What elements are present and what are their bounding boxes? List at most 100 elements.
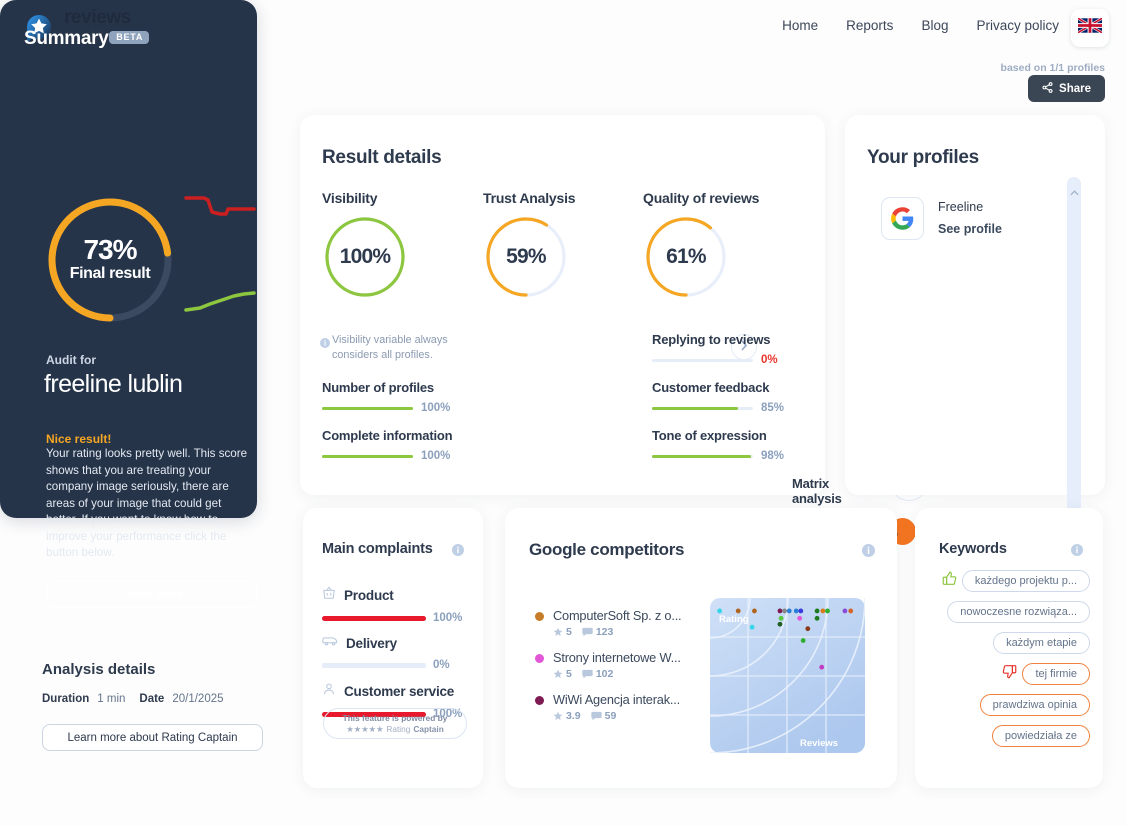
- keyword-row: powiedziała ze: [991, 725, 1090, 747]
- profiles-scrollbar[interactable]: [1067, 177, 1081, 517]
- person-icon: [322, 682, 336, 701]
- bar-complete-information-label: Complete information: [322, 428, 453, 443]
- nav-item-reports[interactable]: Reports: [846, 18, 893, 33]
- scatter-point: [793, 608, 799, 614]
- rating-captain-word-2: Captain: [413, 724, 444, 734]
- keyword-chip[interactable]: każdym etapie: [993, 632, 1090, 654]
- see-profile-link[interactable]: See profile: [938, 222, 1002, 236]
- rating-sparkline: [184, 196, 256, 216]
- list-item[interactable]: WiWi Agencja interak... 3.9 59: [535, 692, 681, 722]
- competitor-name: WiWi Agencja interak...: [553, 692, 680, 707]
- site-header: reviews audit BETA Home Reports Blog Pri…: [0, 0, 1127, 102]
- competitor-color-dot: [535, 696, 544, 705]
- keyword-chip[interactable]: prawdziwa opinia: [979, 694, 1090, 716]
- duration-label: Duration: [42, 693, 90, 705]
- audit-company-name: freeline lublin: [44, 370, 183, 398]
- scatter-point: [752, 608, 757, 614]
- bar-number-of-profiles-value: 100%: [421, 402, 451, 414]
- competitor-reviews: 123: [582, 626, 613, 638]
- bar-tone-of-expression-value: 98%: [761, 450, 785, 462]
- visibility-info-note: Visibility variable always considers all…: [332, 334, 448, 361]
- complaint-customer-service-label: Customer service: [344, 684, 455, 699]
- scatter-point: [814, 608, 820, 614]
- scatter-point: [805, 626, 811, 632]
- list-item[interactable]: ComputerSoft Sp. z o... 5 123: [535, 608, 682, 638]
- reviews-sparkline: [184, 291, 256, 312]
- info-icon[interactable]: [452, 543, 464, 561]
- keywords-title: Keywords: [939, 541, 1007, 557]
- bar-replying-to-reviews-value: 0%: [761, 354, 778, 366]
- summary-card: Summary based on 1/1 profiles 73% Final …: [0, 0, 1105, 608]
- keyword-row: prawdziwa opinia: [979, 694, 1090, 716]
- thumbs-down-icon: [1002, 664, 1017, 684]
- your-profiles-title: Your profiles: [867, 147, 979, 168]
- complaint-delivery-label: Delivery: [346, 635, 397, 651]
- result-details-title: Result details: [322, 147, 442, 168]
- gauge-quality-of-reviews: Quality of reviews 61%: [643, 190, 759, 300]
- bar-replying-to-reviews: Replying to reviews 0%: [652, 332, 792, 366]
- nav-item-blog[interactable]: Blog: [921, 18, 948, 33]
- complaint-product-value: 100%: [433, 612, 463, 624]
- info-icon[interactable]: [862, 544, 875, 562]
- share-button[interactable]: Share: [1028, 75, 1105, 102]
- profile-list-item[interactable]: Freeline See profile: [881, 197, 1002, 240]
- competitor-rating: 5: [553, 626, 572, 638]
- bar-tone-of-expression: Tone of expression 98%: [652, 428, 792, 462]
- thumbs-up-icon: [942, 571, 957, 591]
- scatter-point: [777, 608, 783, 614]
- competitor-reviews: 59: [590, 710, 616, 722]
- final-result-donut: 73% Final result: [45, 195, 175, 325]
- language-switcher-button[interactable]: [1071, 9, 1109, 47]
- list-item[interactable]: Strony internetowe W... 5 102: [535, 650, 681, 680]
- competitors-scatter-chart: Rating Reviews: [709, 597, 866, 754]
- keyword-chip[interactable]: tej firmie: [1022, 663, 1090, 685]
- gauge-visibility-title: Visibility: [322, 190, 378, 206]
- result-description: Your rating looks pretty well. This scor…: [46, 447, 248, 559]
- competitor-name: Strony internetowe W...: [553, 650, 681, 665]
- scatter-point: [814, 615, 820, 621]
- scatter-point: [749, 624, 755, 630]
- scatter-point: [717, 608, 723, 614]
- bar-complete-information: Complete information 100%: [322, 428, 477, 462]
- powered-by-rating-captain-badge[interactable]: This feature is powered by ★★★★★ Rating C…: [323, 708, 467, 739]
- learn-more-button[interactable]: Learn more: [47, 581, 257, 608]
- result-details-card: Result details Visibility 100% Trust Ana…: [300, 115, 1079, 553]
- bar-replying-to-reviews-label: Replying to reviews: [652, 332, 771, 347]
- scatter-point: [800, 638, 806, 643]
- share-icon: [1042, 81, 1053, 96]
- main-complaints-card: Main complaints Product 100% Delivery 0%…: [303, 508, 483, 788]
- keyword-row: każdym etapie: [993, 632, 1090, 654]
- learn-more-rating-captain-button[interactable]: Learn more about Rating Captain: [42, 724, 263, 751]
- scatter-point: [797, 615, 803, 621]
- bar-tone-of-expression-label: Tone of expression: [652, 428, 767, 443]
- scatter-point: [848, 608, 854, 614]
- van-icon: [322, 634, 338, 652]
- info-icon[interactable]: [1071, 543, 1083, 561]
- chart-y-axis-label: Rating: [719, 614, 749, 625]
- date-value: 20/1/2025: [172, 693, 224, 705]
- competitor-color-dot: [535, 654, 544, 663]
- keyword-chip[interactable]: każdego projektu p...: [961, 570, 1090, 592]
- nav-item-home[interactable]: Home: [782, 18, 818, 33]
- scatter-point: [735, 608, 741, 614]
- competitor-name: ComputerSoft Sp. z o...: [553, 608, 682, 623]
- keyword-row: nowoczesne rozwiąza...: [947, 601, 1090, 623]
- competitor-list: ComputerSoft Sp. z o... 5 123 Strony int…: [535, 608, 682, 722]
- bar-customer-feedback-label: Customer feedback: [652, 380, 770, 395]
- scatter-point: [778, 615, 784, 621]
- summary-based-on: based on 1/1 profiles: [1000, 62, 1105, 74]
- gauge-quality-of-reviews-title: Quality of reviews: [643, 190, 760, 206]
- competitor-rating: 3.9: [553, 710, 581, 722]
- gauge-trust-analysis-value: 59%: [506, 245, 546, 268]
- analysis-details-title: Analysis details: [42, 661, 156, 678]
- keyword-chip[interactable]: nowoczesne rozwiąza...: [947, 601, 1090, 623]
- nav-item-privacy-policy[interactable]: Privacy policy: [976, 18, 1059, 33]
- final-result-percent: 73%: [83, 234, 137, 265]
- complaint-product-label: Product: [344, 588, 394, 603]
- chevron-up-icon: [1070, 183, 1079, 201]
- audit-for-label: Audit for: [46, 353, 96, 367]
- final-result-label: Final result: [69, 265, 151, 282]
- competitor-rating: 5: [553, 668, 572, 680]
- keyword-row: tej firmie: [1002, 663, 1090, 685]
- keyword-chip[interactable]: powiedziała ze: [991, 725, 1090, 747]
